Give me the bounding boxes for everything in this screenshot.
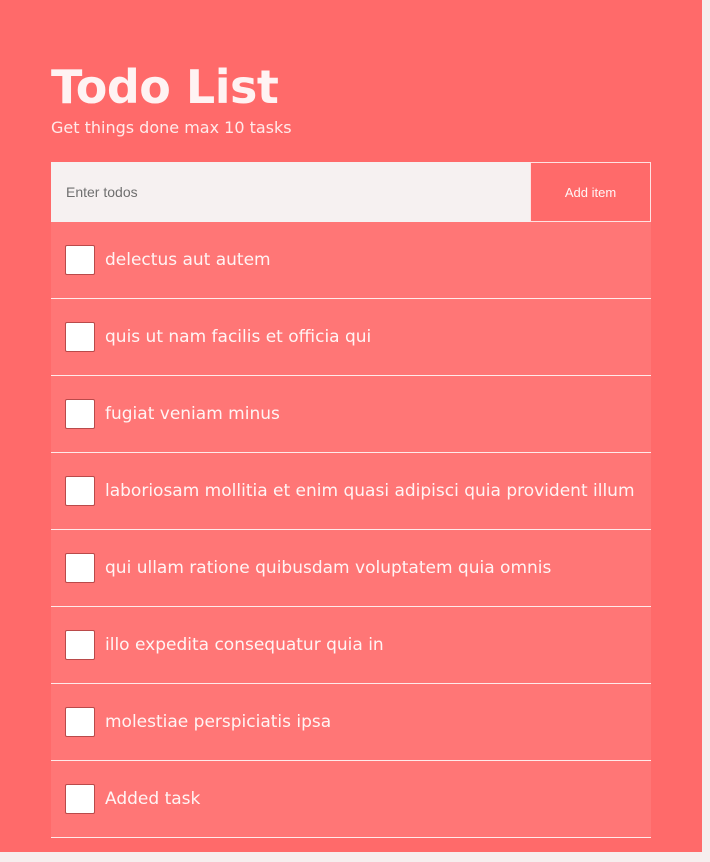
todo-input[interactable]	[51, 162, 530, 222]
todo-label: molestiae perspiciatis ipsa	[105, 712, 332, 732]
todo-label: delectus aut autem	[105, 250, 271, 270]
todo-label: qui ullam ratione quibusdam voluptatem q…	[105, 558, 552, 578]
todo-checkbox[interactable]	[65, 245, 95, 275]
todo-label: fugiat veniam minus	[105, 404, 280, 424]
todo-app: Todo List Get things done max 10 tasks A…	[0, 0, 702, 852]
todo-item: molestiae perspiciatis ipsa	[51, 684, 651, 761]
page-subtitle: Get things done max 10 tasks	[51, 118, 292, 137]
todo-list: delectus aut autem quis ut nam facilis e…	[51, 222, 651, 838]
todo-item: quis ut nam facilis et officia qui	[51, 299, 651, 376]
todo-label: laboriosam mollitia et enim quasi adipis…	[105, 481, 635, 501]
page-title: Todo List	[51, 60, 279, 114]
todo-checkbox[interactable]	[65, 630, 95, 660]
todo-checkbox[interactable]	[65, 322, 95, 352]
add-item-button[interactable]: Add item	[530, 162, 651, 222]
todo-item: fugiat veniam minus	[51, 376, 651, 453]
todo-checkbox[interactable]	[65, 399, 95, 429]
todo-item: delectus aut autem	[51, 222, 651, 299]
todo-item: Added task	[51, 761, 651, 838]
header: Todo List Get things done max 10 tasks	[51, 58, 292, 137]
todo-checkbox[interactable]	[65, 553, 95, 583]
todo-label: Added task	[105, 789, 201, 809]
add-todo-form: Add item	[51, 162, 651, 222]
todo-item: laboriosam mollitia et enim quasi adipis…	[51, 453, 651, 530]
todo-checkbox[interactable]	[65, 476, 95, 506]
todo-item: qui ullam ratione quibusdam voluptatem q…	[51, 530, 651, 607]
todo-checkbox[interactable]	[65, 707, 95, 737]
todo-label: quis ut nam facilis et officia qui	[105, 327, 372, 347]
todo-checkbox[interactable]	[65, 784, 95, 814]
todo-label: illo expedita consequatur quia in	[105, 635, 384, 655]
todo-item: illo expedita consequatur quia in	[51, 607, 651, 684]
